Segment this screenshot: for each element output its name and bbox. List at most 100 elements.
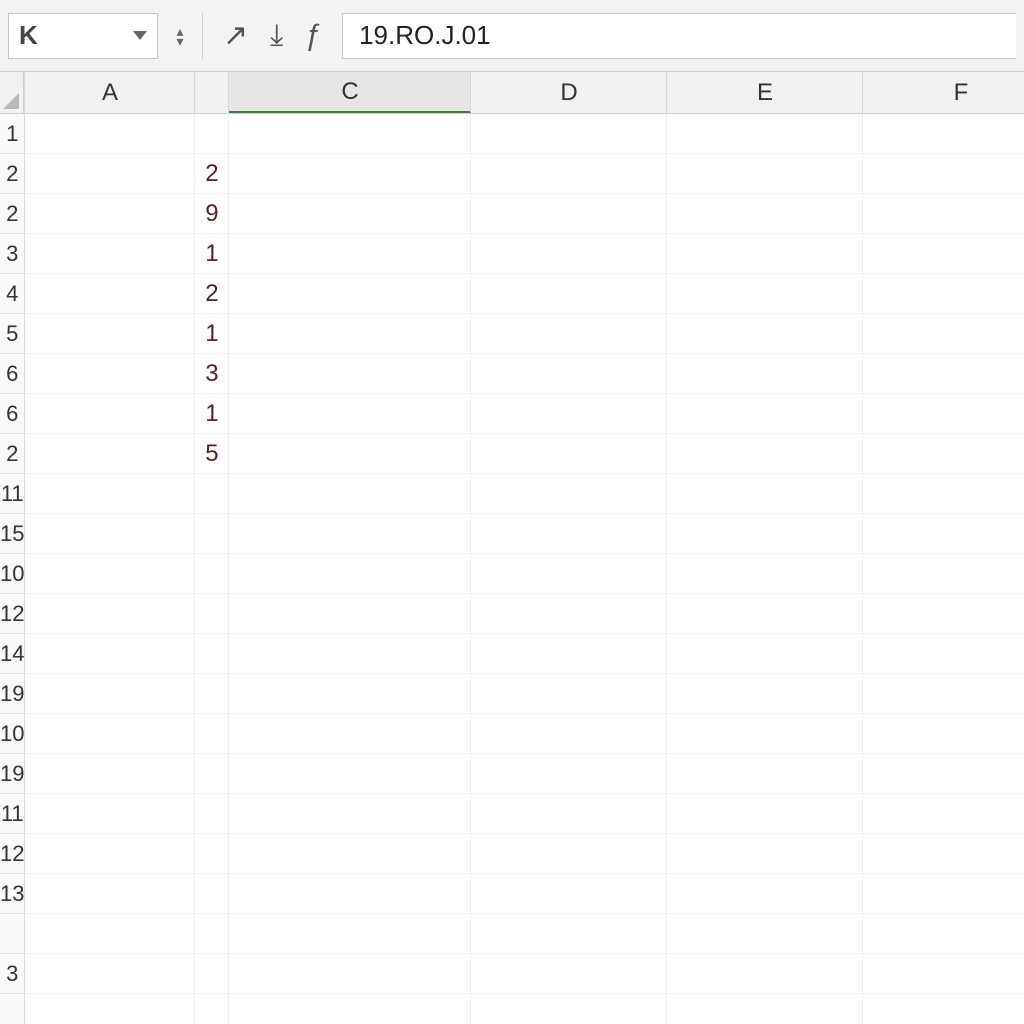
- cell[interactable]: [229, 594, 471, 634]
- cell[interactable]: [863, 954, 1024, 994]
- row-header[interactable]: 6: [0, 394, 24, 434]
- cell[interactable]: [863, 834, 1024, 874]
- row-header[interactable]: 19: [0, 674, 24, 714]
- cell[interactable]: [863, 914, 1024, 954]
- cell[interactable]: [471, 274, 667, 314]
- cell[interactable]: [863, 354, 1024, 394]
- cell[interactable]: [195, 754, 229, 794]
- column-header-narrow[interactable]: [195, 72, 229, 113]
- function-icon[interactable]: ƒ: [305, 19, 322, 53]
- cell[interactable]: [667, 834, 863, 874]
- enter-icon[interactable]: ⤓: [270, 19, 283, 53]
- cell[interactable]: [863, 554, 1024, 594]
- cell[interactable]: [667, 634, 863, 674]
- cell[interactable]: [229, 394, 471, 434]
- cell[interactable]: 1: [195, 394, 229, 434]
- cell[interactable]: [471, 154, 667, 194]
- cell[interactable]: [25, 954, 195, 994]
- cell[interactable]: [25, 194, 195, 234]
- cell[interactable]: [229, 234, 471, 274]
- column-header-D[interactable]: D: [471, 72, 667, 113]
- cell[interactable]: [195, 594, 229, 634]
- cell[interactable]: [471, 914, 667, 954]
- cell[interactable]: [229, 434, 471, 474]
- cell[interactable]: [229, 634, 471, 674]
- cell[interactable]: [229, 154, 471, 194]
- cell[interactable]: [863, 194, 1024, 234]
- cell[interactable]: [195, 514, 229, 554]
- cell[interactable]: [667, 674, 863, 714]
- cell[interactable]: [229, 274, 471, 314]
- cell[interactable]: [471, 434, 667, 474]
- row-header[interactable]: 11: [0, 474, 24, 514]
- cell[interactable]: [25, 674, 195, 714]
- column-header-C[interactable]: C: [229, 72, 471, 113]
- cell[interactable]: [863, 874, 1024, 914]
- cell[interactable]: [195, 554, 229, 594]
- grid[interactable]: A C D E F 29121315: [25, 72, 1024, 1024]
- cell[interactable]: [195, 834, 229, 874]
- cell[interactable]: 1: [195, 234, 229, 274]
- row-header[interactable]: 14: [0, 634, 24, 674]
- cell[interactable]: [195, 474, 229, 514]
- row-header[interactable]: 12: [0, 594, 24, 634]
- name-box-dropdown-icon[interactable]: [133, 31, 147, 40]
- cell[interactable]: [195, 874, 229, 914]
- cell[interactable]: [863, 314, 1024, 354]
- cell[interactable]: [25, 754, 195, 794]
- cell[interactable]: [667, 394, 863, 434]
- cell[interactable]: 2: [195, 274, 229, 314]
- cell[interactable]: [229, 474, 471, 514]
- cell[interactable]: [229, 514, 471, 554]
- formula-input[interactable]: 19.RO.J.01: [342, 13, 1016, 59]
- cell[interactable]: [229, 314, 471, 354]
- cell[interactable]: [25, 474, 195, 514]
- cell[interactable]: [863, 514, 1024, 554]
- cell[interactable]: [471, 314, 667, 354]
- cell[interactable]: 9: [195, 194, 229, 234]
- cell[interactable]: [863, 754, 1024, 794]
- cell[interactable]: [25, 834, 195, 874]
- cell[interactable]: [195, 954, 229, 994]
- cell[interactable]: [471, 234, 667, 274]
- cell[interactable]: [25, 274, 195, 314]
- cell[interactable]: [471, 394, 667, 434]
- row-header[interactable]: 10: [0, 714, 24, 754]
- cell[interactable]: [863, 674, 1024, 714]
- cell[interactable]: [229, 194, 471, 234]
- cell[interactable]: [667, 274, 863, 314]
- cell[interactable]: [471, 194, 667, 234]
- cell[interactable]: [25, 434, 195, 474]
- cell[interactable]: [25, 154, 195, 194]
- cell[interactable]: [667, 434, 863, 474]
- cell[interactable]: [25, 354, 195, 394]
- column-header-E[interactable]: E: [667, 72, 863, 113]
- row-header[interactable]: 11: [0, 794, 24, 834]
- cell[interactable]: [667, 154, 863, 194]
- row-header[interactable]: 6: [0, 354, 24, 394]
- cell[interactable]: [25, 914, 195, 954]
- cell[interactable]: [229, 954, 471, 994]
- cell[interactable]: [25, 874, 195, 914]
- cell[interactable]: [667, 314, 863, 354]
- expand-formula-bar-icon[interactable]: ▴ ▾: [168, 17, 192, 55]
- cell[interactable]: [471, 954, 667, 994]
- cell[interactable]: [863, 594, 1024, 634]
- row-header[interactable]: 2: [0, 154, 24, 194]
- row-header[interactable]: 10: [0, 554, 24, 594]
- cell[interactable]: [471, 594, 667, 634]
- cell[interactable]: [667, 994, 863, 1024]
- cell[interactable]: [195, 674, 229, 714]
- select-all-corner[interactable]: [0, 72, 24, 114]
- cell[interactable]: [471, 354, 667, 394]
- cell[interactable]: [471, 874, 667, 914]
- cell[interactable]: [863, 474, 1024, 514]
- cell[interactable]: [863, 234, 1024, 274]
- cell[interactable]: [667, 234, 863, 274]
- column-header-A[interactable]: A: [25, 72, 195, 113]
- cell[interactable]: [471, 834, 667, 874]
- cell[interactable]: [25, 554, 195, 594]
- cell[interactable]: [863, 714, 1024, 754]
- row-header[interactable]: [0, 994, 24, 1024]
- cell[interactable]: [667, 194, 863, 234]
